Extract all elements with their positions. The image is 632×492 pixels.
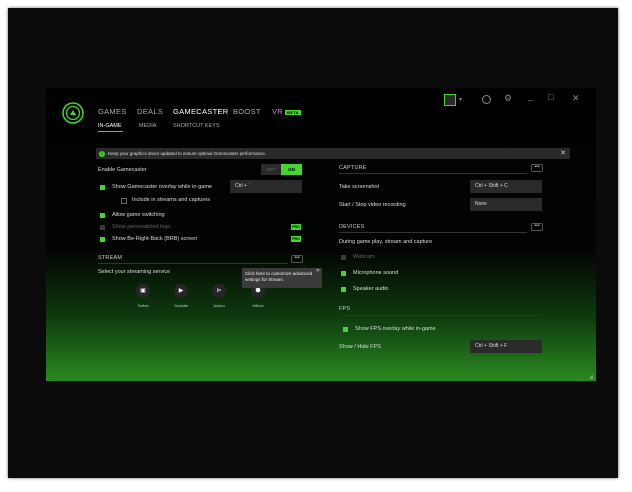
include-streams-label: Include in streams and captures <box>132 197 210 203</box>
youtube-icon[interactable]: ▶ <box>174 284 188 298</box>
show-overlay-checkbox[interactable] <box>100 185 105 190</box>
youtube-label: Youtube <box>173 303 189 308</box>
capture-divider <box>339 173 527 174</box>
close-icon[interactable]: ✕ <box>572 93 580 104</box>
fps-hide-key-field[interactable]: Ctrl + Shift + F <box>470 340 542 353</box>
profile-caret-icon[interactable]: ▾ <box>459 96 462 103</box>
twitch-label: Twitch <box>137 303 149 308</box>
speaker-checkbox[interactable] <box>341 287 346 292</box>
webcam-checkbox[interactable] <box>341 255 346 260</box>
minimize-icon[interactable]: _ <box>528 91 533 101</box>
webcam-label: Webcam <box>353 254 375 260</box>
resize-grip-icon[interactable]: ◢ <box>589 374 594 380</box>
tab-games[interactable]: GAMES <box>98 107 127 116</box>
pro-badge-logo: PRO <box>291 224 301 230</box>
screenshot-label: Take screenshot <box>339 184 380 190</box>
toggle-on[interactable]: ON <box>281 164 302 175</box>
banner-text: Keep your graphics driver updated to ens… <box>108 151 267 156</box>
overlay-shortcut-field[interactable]: Ctrl + ` <box>230 180 302 193</box>
settings-gear-icon[interactable]: ⚙ <box>504 93 512 104</box>
fps-overlay-label: Show FPS overlay while in-game <box>355 326 436 332</box>
devices-divider <box>339 232 527 233</box>
enable-gamecaster-label: Enable Gamecaster <box>98 167 147 173</box>
fps-overlay-checkbox[interactable] <box>343 327 348 332</box>
subtab-underline <box>98 131 123 132</box>
fps-hide-label: Show / Hide FPS <box>339 344 381 350</box>
banner-close-icon[interactable]: ✕ <box>560 149 566 157</box>
tab-boost[interactable]: BOOST <box>233 107 261 116</box>
devices-section-title: DEVICES <box>339 224 365 230</box>
allow-switching-label: Allow game switching <box>112 212 165 218</box>
tab-vr-label: VR <box>272 107 284 116</box>
include-streams-checkbox[interactable] <box>121 198 127 204</box>
fps-divider <box>339 315 542 316</box>
tab-gamecaster[interactable]: GAMECASTER <box>173 107 229 116</box>
brb-screen-label: Show Be-Right-Back (BRB) screen <box>112 236 198 242</box>
maximize-icon[interactable]: □ <box>548 92 553 102</box>
brb-screen-checkbox[interactable] <box>100 237 105 242</box>
screenshot-key-field[interactable]: Ctrl + Shift + C <box>470 180 542 193</box>
profile-avatar[interactable] <box>444 94 456 106</box>
subtab-media[interactable]: MEDIA <box>139 123 156 129</box>
stream-divider <box>98 263 288 264</box>
microphone-checkbox[interactable] <box>341 271 346 276</box>
personalized-logo-label: Show personalized logo <box>112 224 171 230</box>
tooltip-close-icon[interactable]: ✕ <box>316 268 320 275</box>
devices-during-label: During game play, stream and capture <box>339 239 433 245</box>
record-key-field[interactable]: None <box>470 198 542 211</box>
info-icon: i <box>99 150 105 157</box>
capture-more-button[interactable]: ••• <box>531 164 543 172</box>
microphone-label: Microphone sound <box>353 270 399 276</box>
hitbox-label: Hitbox <box>252 303 264 308</box>
select-streaming-label: Select your streaming service <box>98 269 171 275</box>
pro-badge-brb: PRO <box>291 236 301 242</box>
stream-tooltip-text: Click here to customize advanced setting… <box>245 271 313 282</box>
azubu-icon[interactable]: ⊳ <box>212 284 226 298</box>
tab-deals[interactable]: DEALS <box>137 107 163 116</box>
allow-switching-checkbox[interactable] <box>100 213 105 218</box>
tab-vr[interactable]: VR BETA <box>272 107 301 116</box>
razer-logo-icon[interactable] <box>62 102 84 124</box>
enable-gamecaster-toggle[interactable]: OFF ON <box>261 164 302 175</box>
azubu-label: Azubu <box>213 303 225 308</box>
devices-more-button[interactable]: ••• <box>531 223 543 231</box>
vr-beta-badge: BETA <box>285 109 301 115</box>
personalized-logo-checkbox[interactable] <box>100 225 105 230</box>
razer-cortex-window: GAMES DEALS GAMECASTER BOOST VR BETA IN-G… <box>46 88 596 381</box>
driver-update-banner: i Keep your graphics driver updated to e… <box>96 148 570 159</box>
toggle-off[interactable]: OFF <box>261 164 281 175</box>
stream-more-button[interactable]: ••• <box>291 255 303 263</box>
stream-section-title: STREAM <box>98 255 123 261</box>
show-overlay-label: Show Gamecaster overlay while in-game <box>112 184 212 190</box>
fps-section-title: FPS <box>339 306 351 312</box>
record-label: Start / Stop video recording <box>339 202 406 208</box>
twitch-icon[interactable]: ▣ <box>136 284 150 298</box>
window-frame: GAMES DEALS GAMECASTER BOOST VR BETA IN-G… <box>8 8 618 478</box>
stream-tooltip: Click here to customize advanced setting… <box>242 268 322 288</box>
subtab-shortcut-keys[interactable]: SHORTCUT KEYS <box>173 123 220 129</box>
capture-section-title: CAPTURE <box>339 165 367 171</box>
subtab-in-game[interactable]: IN-GAME <box>98 123 122 129</box>
speaker-label: Speaker audio <box>353 286 389 292</box>
notification-icon[interactable] <box>482 95 491 104</box>
